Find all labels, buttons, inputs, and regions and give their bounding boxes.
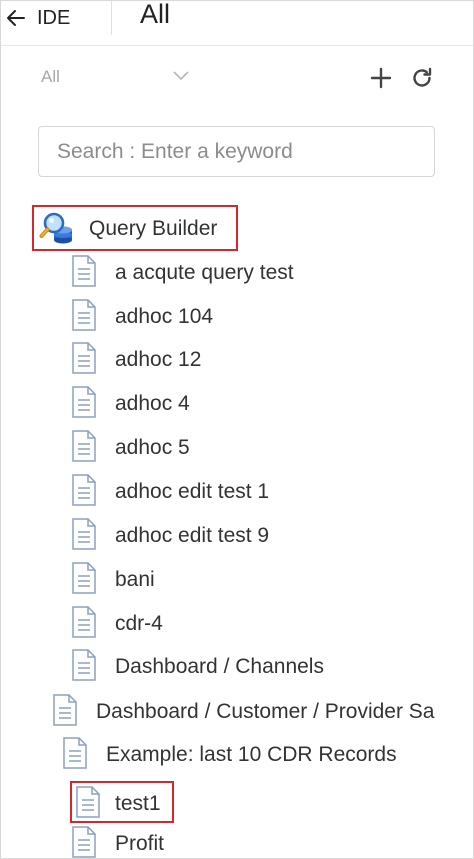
document-icon — [72, 386, 96, 418]
panel-frame: IDE All All Query Builder — [0, 0, 474, 859]
page-title: All — [140, 0, 171, 29]
document-icon — [76, 786, 100, 818]
plus-icon[interactable] — [369, 66, 393, 90]
document-icon — [72, 255, 96, 287]
document-icon — [72, 826, 96, 858]
tree-item-label: a acqute query test — [115, 261, 294, 284]
tree-item-label: adhoc 5 — [115, 436, 190, 459]
document-icon — [72, 299, 96, 331]
arrow-left-icon — [7, 10, 25, 26]
document-icon — [72, 342, 96, 374]
header-divider — [111, 1, 112, 35]
query-builder-icon — [39, 212, 72, 244]
tree-item-label: cdr-4 — [115, 612, 163, 635]
document-icon — [72, 649, 96, 681]
tree-item-label: Example: last 10 CDR Records — [106, 743, 397, 766]
tree-item-label: adhoc 12 — [115, 348, 202, 371]
chevron-down-icon — [173, 71, 189, 81]
document-icon — [53, 694, 77, 726]
document-icon — [72, 562, 96, 594]
document-icon — [63, 737, 87, 769]
tree-root-query-builder[interactable]: Query Builder — [32, 205, 238, 251]
tree-root-label: Query Builder — [89, 217, 218, 240]
tree-item-label: adhoc 104 — [115, 305, 214, 328]
document-icon — [72, 430, 96, 462]
document-icon — [72, 474, 96, 506]
refresh-icon[interactable] — [410, 66, 434, 90]
tree-item-label: adhoc 4 — [115, 392, 190, 415]
tree-item-label: test1 — [115, 792, 161, 815]
back-label: IDE — [37, 6, 71, 29]
tree-item-label: Dashboard / Channels — [115, 655, 324, 678]
tree-item-label: adhoc edit test 1 — [115, 480, 270, 503]
document-icon — [72, 518, 96, 550]
tree-item-label: Profit — [115, 832, 165, 855]
search-box — [38, 126, 435, 177]
header-bar: IDE All — [1, 0, 473, 46]
tree-item-label: Dashboard / Customer / Provider Sa — [96, 700, 435, 723]
back-button[interactable]: IDE — [5, 5, 70, 31]
filter-selected-value: All — [41, 67, 60, 86]
search-input[interactable] — [57, 127, 427, 176]
filter-select[interactable]: All — [41, 63, 191, 91]
document-icon — [72, 606, 96, 638]
tree-item-label: bani — [115, 568, 155, 591]
tree-item-label: adhoc edit test 9 — [115, 524, 270, 547]
